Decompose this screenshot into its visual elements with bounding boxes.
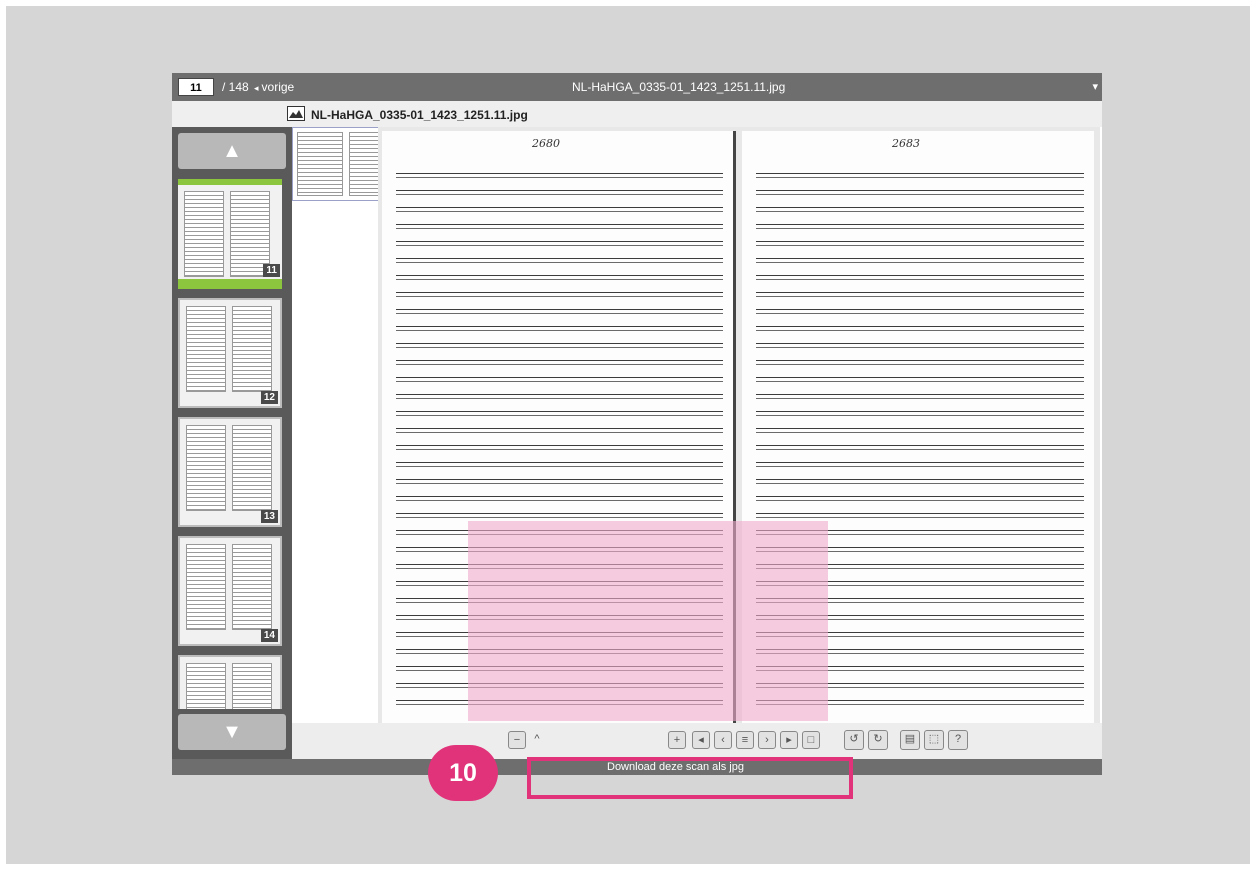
right-page-number: 2683: [892, 137, 920, 150]
overview-page-left: [297, 132, 343, 196]
thumbnail-item-15[interactable]: [178, 655, 282, 709]
annotation-highlight-box: [527, 757, 853, 799]
last-page-icon[interactable]: ▸: [780, 731, 798, 749]
download-icon[interactable]: ▤: [900, 730, 920, 750]
file-bar: NL-HaHGA_0335-01_1423_1251.11.jpg: [172, 101, 1102, 127]
thumbnail-page-left: [184, 191, 224, 277]
zoom-slider-icon[interactable]: ^: [528, 731, 546, 749]
thumbnail-page-right: [232, 544, 272, 630]
thumbnail-page-right: [232, 663, 272, 709]
thumbnail-item-12[interactable]: 12: [178, 298, 282, 408]
triangle-down-icon: ▼: [222, 720, 242, 743]
thumbnail-item-13[interactable]: 13: [178, 417, 282, 527]
highlighted-record: [468, 521, 828, 721]
scroll-up-button[interactable]: ▲: [178, 133, 286, 169]
fit-icon[interactable]: □: [802, 731, 820, 749]
zoom-in-icon[interactable]: +: [668, 731, 686, 749]
rotate-right-icon[interactable]: ↻: [868, 730, 888, 750]
thumbnail-sidebar: ▲ 11 12 13 14 ▼: [172, 127, 292, 759]
thumbnail-number: 11: [263, 264, 280, 277]
previous-arrow-icon: ◂: [254, 83, 259, 93]
first-page-icon[interactable]: ◂: [692, 731, 710, 749]
thumbnail-page-right: [232, 425, 272, 511]
next-page-icon[interactable]: ›: [758, 731, 776, 749]
thumbnail-page-left: [186, 663, 226, 709]
scan-viewer: 11 / 148 ◂ vorige NL-HaHGA_0335-01_1423_1…: [172, 73, 1102, 775]
page-overview-icon[interactable]: ≡: [736, 731, 754, 749]
rotate-left-icon[interactable]: ↺: [844, 730, 864, 750]
scan-content-area: 2680 2683: [292, 127, 1102, 759]
viewer-topbar: 11 / 148 ◂ vorige NL-HaHGA_0335-01_1423_1…: [172, 73, 1102, 101]
previous-link[interactable]: ◂ vorige: [254, 80, 294, 94]
thumbnail-page-right: [232, 306, 272, 392]
zoom-out-icon[interactable]: −: [508, 731, 526, 749]
triangle-up-icon: ▲: [222, 139, 242, 162]
viewer-toolbar: − ^ + ◂ ‹ ≡ › ▸ □ ↺ ↻ ▤ ⬚ ?: [292, 723, 1102, 759]
left-page-number: 2680: [532, 137, 560, 150]
annotation-step-badge: 10: [428, 745, 498, 801]
chevron-down-icon[interactable]: ▾: [1092, 80, 1098, 93]
thumbnail-item-14[interactable]: 14: [178, 536, 282, 646]
scroll-down-button[interactable]: ▼: [178, 714, 286, 750]
previous-page-icon[interactable]: ‹: [714, 731, 732, 749]
topbar-filename: NL-HaHGA_0335-01_1423_1251.11.jpg: [572, 80, 786, 94]
image-icon: [287, 106, 305, 121]
file-name: NL-HaHGA_0335-01_1423_1251.11.jpg: [311, 108, 528, 122]
scan-image[interactable]: 2680 2683: [378, 127, 1100, 723]
thumbnail-number: 12: [260, 391, 278, 404]
thumbnail-number: 14: [260, 629, 278, 642]
thumbnail-item-11[interactable]: 11: [178, 179, 282, 289]
fullscreen-icon[interactable]: ⬚: [924, 730, 944, 750]
page-total: / 148: [222, 80, 249, 94]
thumbnail-page-left: [186, 306, 226, 392]
help-icon[interactable]: ?: [948, 730, 968, 750]
page-number-input[interactable]: 11: [178, 78, 214, 96]
thumbnail-page-left: [186, 425, 226, 511]
thumbnail-page-left: [186, 544, 226, 630]
previous-label: vorige: [261, 80, 295, 94]
thumbnail-number: 13: [260, 510, 278, 523]
thumbnail-list: 11 12 13 14: [178, 179, 286, 709]
